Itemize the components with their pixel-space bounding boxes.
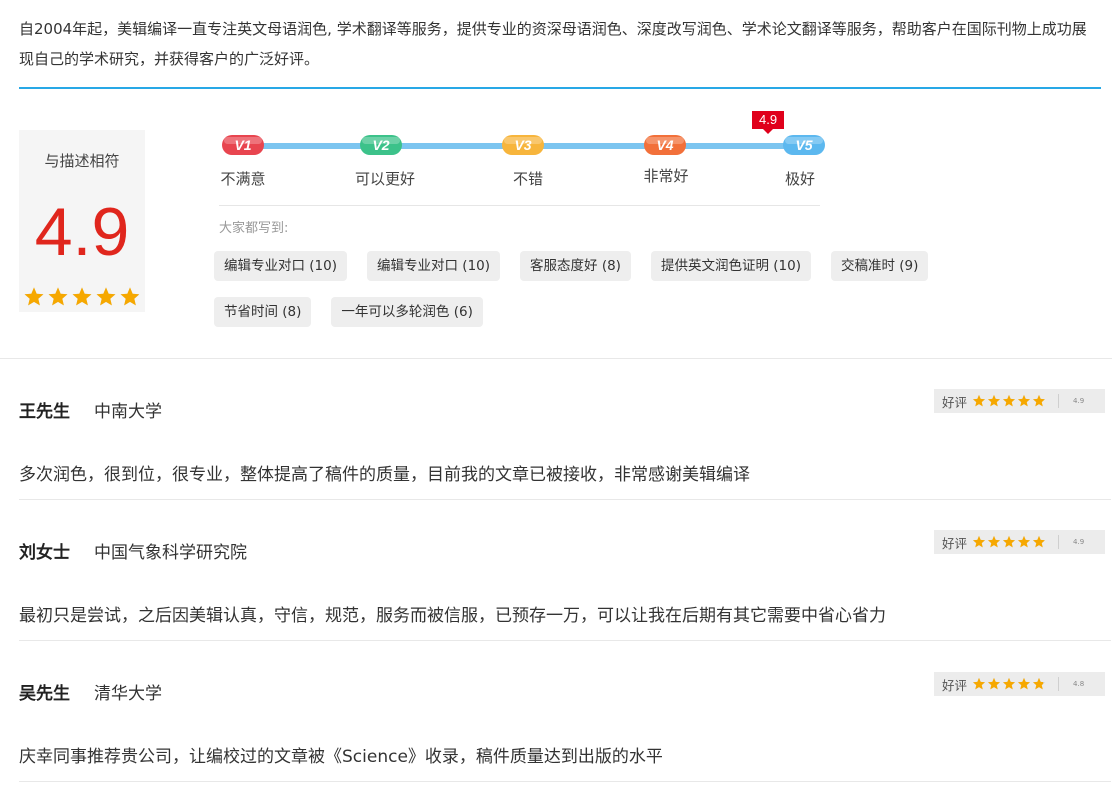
- level-badge-v4: V4: [643, 134, 687, 156]
- review-rating-badge: 好评 4.8: [934, 672, 1105, 696]
- review-text: 多次润色，很到位，很专业，整体提高了稿件的质量，目前我的文章已被接收，非常感谢美…: [19, 465, 750, 485]
- review-text: 庆幸同事推荐贵公司，让编校过的文章被《Science》收录，稿件质量达到出版的水…: [19, 747, 663, 767]
- level-label-v2: 可以更好: [354, 170, 416, 188]
- level-badge-v5: V5: [782, 134, 826, 156]
- star-icon: [1017, 394, 1031, 408]
- review-stars: [972, 677, 1046, 691]
- tag-chip[interactable]: 编辑专业对口 (10): [214, 251, 348, 281]
- score-summary: 与描述相符 4.9: [19, 130, 145, 312]
- level-badge-v1: V1: [221, 134, 265, 156]
- review-text: 最初只是尝试，之后因美辑认真，守信，规范，服务而被信服，已预存一万，可以让我在后…: [19, 606, 886, 626]
- svg-text:V2: V2: [372, 137, 389, 153]
- rating-number: 4.9: [1073, 397, 1085, 405]
- star-icon: [95, 286, 117, 308]
- reviewer-organization: 中南大学: [94, 402, 162, 422]
- svg-text:V3: V3: [514, 137, 531, 153]
- star-icon: [1032, 394, 1046, 408]
- level-label-v4: 非常好: [643, 167, 689, 185]
- rating-word: 好评: [942, 535, 968, 551]
- score-value: 4.9: [34, 194, 130, 270]
- rating-separator: [1058, 394, 1060, 408]
- star-icon: [71, 286, 93, 308]
- tag-chip[interactable]: 一年可以多轮润色 (6): [331, 297, 483, 327]
- rating-number: 4.9: [1073, 538, 1085, 546]
- review-item: 刘女士 中国气象科学研究院 好评 4.9 最初只是尝试，之后因美辑认真，守信，规范，服务…: [19, 500, 1112, 641]
- star-icon: [987, 677, 1001, 691]
- review-item: 吴先生 清华大学 好评 4.8 庆幸同事推荐贵公司，让编校过的文章被《Science》收…: [19, 641, 1112, 782]
- tags-title: 大家都写到:: [219, 221, 289, 236]
- intro-divider: [19, 87, 1101, 89]
- svg-text:V4: V4: [656, 137, 673, 153]
- star-icon: [119, 286, 141, 308]
- review-item: 王先生 中南大学 好评 4.9 多次润色，很到位，很专业，整体提高了稿件的质量，目前我的…: [19, 359, 1112, 500]
- level-label-v1: 不满意: [220, 170, 266, 188]
- review-rating-badge: 好评 4.9: [934, 389, 1105, 413]
- intro-text: 自2004年起，美辑编译一直专注英文母语润色, 学术翻译等服务，提供专业的资深母…: [19, 20, 1087, 68]
- tag-chip[interactable]: 提供英文润色证明 (10): [650, 251, 811, 281]
- star-icon: [972, 535, 986, 549]
- rating-scale: 4.9 V1 不满意 V2 可以更好 V3 不错 V4 非常好 V5 极好: [219, 110, 839, 200]
- scale-divider: [219, 205, 820, 206]
- review-stars: [972, 394, 1046, 408]
- score-label: 与描述相符: [44, 152, 120, 170]
- rating-separator: [1058, 535, 1060, 549]
- level-label-v5: 极好: [784, 170, 816, 188]
- reviewer-name: 刘女士: [19, 543, 70, 563]
- rating-separator: [1058, 677, 1060, 691]
- star-icon: [972, 677, 986, 691]
- star-icon: [1032, 677, 1046, 691]
- review-divider: [19, 781, 1111, 782]
- star-icon: [23, 286, 45, 308]
- review-stars: [972, 535, 1046, 549]
- star-icon: [1017, 677, 1031, 691]
- tag-chip[interactable]: 编辑专业对口 (10): [367, 251, 501, 281]
- svg-text:V1: V1: [234, 137, 251, 153]
- level-badge-v3: V3: [501, 134, 545, 156]
- reviewer-name: 王先生: [19, 402, 70, 422]
- star-icon: [1002, 394, 1016, 408]
- star-icon: [972, 394, 986, 408]
- star-icon: [987, 394, 1001, 408]
- reviewer-organization: 清华大学: [94, 684, 162, 704]
- tag-chip[interactable]: 客服态度好 (8): [520, 251, 631, 281]
- star-icon: [1002, 535, 1016, 549]
- rating-number: 4.8: [1073, 680, 1085, 688]
- level-badge-v2: V2: [359, 134, 403, 156]
- score-stars: [23, 286, 141, 308]
- rating-word: 好评: [942, 677, 968, 693]
- star-icon: [47, 286, 69, 308]
- svg-text:V5: V5: [795, 137, 812, 153]
- star-icon: [987, 535, 1001, 549]
- score-marker: 4.9: [752, 111, 785, 134]
- star-icon: [1002, 677, 1016, 691]
- tag-chip[interactable]: 交稿准时 (9): [830, 251, 929, 281]
- level-label-v3: 不错: [512, 170, 544, 188]
- review-rating-badge: 好评 4.9: [934, 530, 1105, 554]
- reviewer-name: 吴先生: [19, 684, 70, 704]
- tag-list: 编辑专业对口 (10) 编辑专业对口 (10) 客服态度好 (8) 提供英文润色证明 …: [214, 251, 974, 327]
- rating-word: 好评: [942, 394, 968, 410]
- star-icon: [1032, 535, 1046, 549]
- reviewer-organization: 中国气象科学研究院: [94, 543, 247, 563]
- tag-chip[interactable]: 节省时间 (8): [214, 297, 312, 327]
- star-icon: [1017, 535, 1031, 549]
